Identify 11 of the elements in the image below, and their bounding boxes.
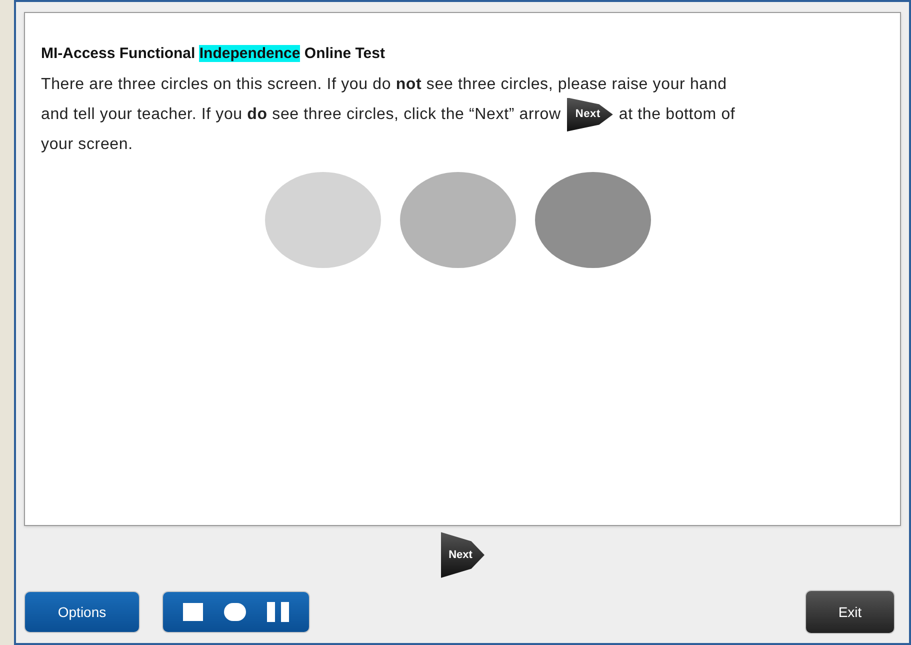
stop-icon[interactable] — [183, 603, 204, 621]
instruction-text: at the bottom of — [618, 104, 736, 124]
record-icon[interactable] — [224, 603, 246, 621]
exit-button[interactable]: Exit — [805, 590, 895, 634]
next-button[interactable]: Next — [440, 532, 484, 578]
test-title: MI-Access Functional Independence Online Test — [41, 44, 385, 64]
instruction-text: There are three circles on this screen. If you do not see three circles, please raise your hand — [41, 74, 727, 94]
instruction-text: and tell your teacher. If you do see three circles, click the “Next” arrow — [41, 104, 561, 124]
pause-icon[interactable] — [266, 602, 289, 622]
options-button[interactable]: Options — [24, 591, 140, 633]
instruction-text: your screen. — [41, 134, 133, 154]
